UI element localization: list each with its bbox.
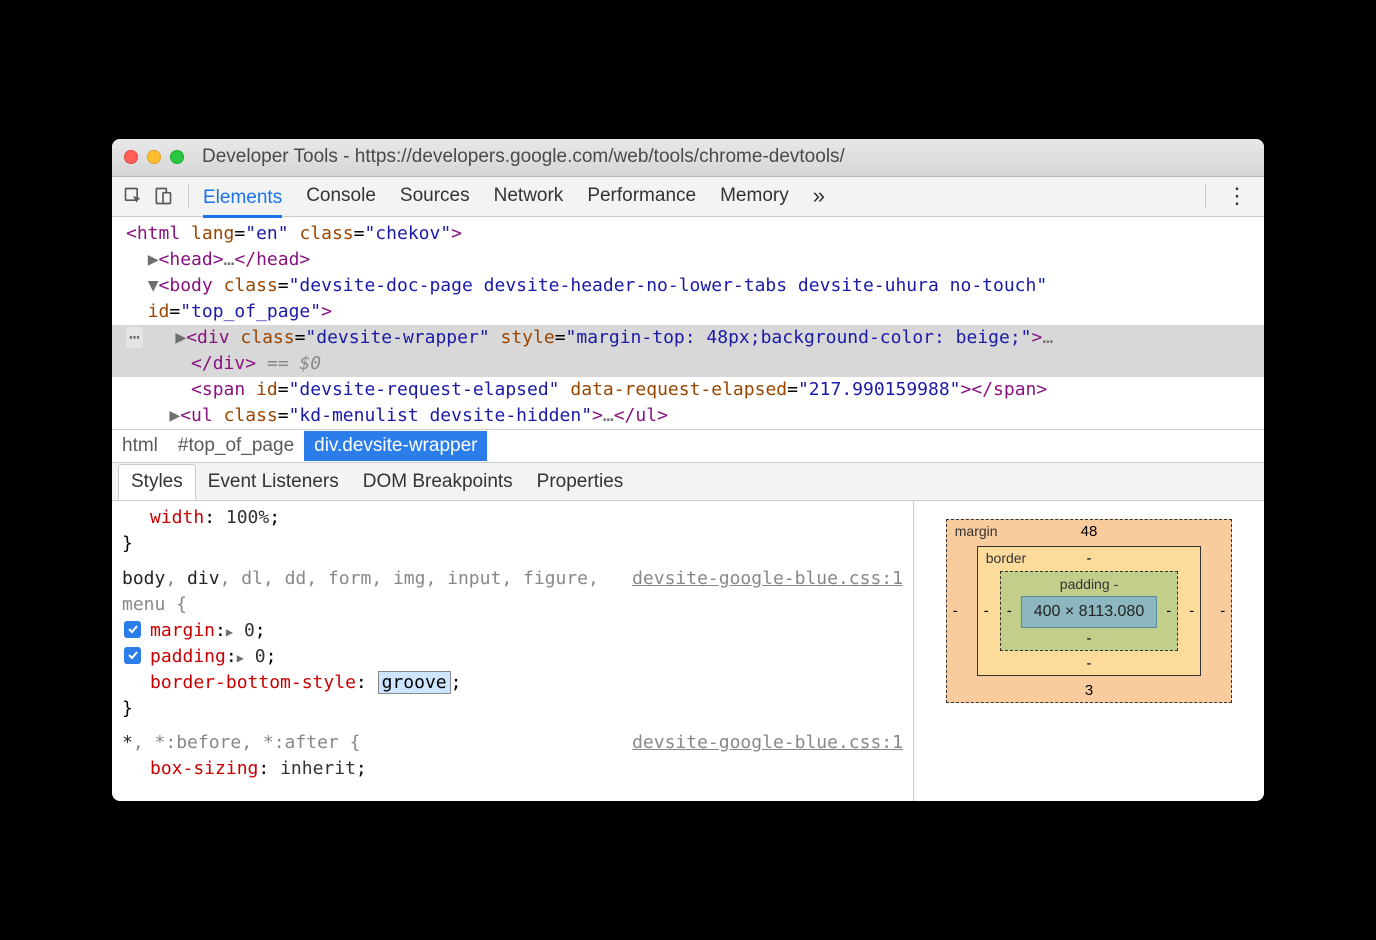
source-link[interactable]: devsite-google-blue.css:1 — [632, 730, 903, 756]
devtools-window: Developer Tools - https://developers.goo… — [112, 139, 1264, 802]
styles-pane: width: 100%; } devsite-google-blue.css:1… — [112, 501, 1264, 801]
style-rule[interactable]: width: 100%; } — [122, 505, 903, 557]
css-prop-val[interactable]: 0 — [244, 620, 255, 641]
bm-padding-right[interactable]: - — [1166, 603, 1171, 620]
box-model[interactable]: margin 48 3 - - border - - - - padding -… — [914, 501, 1264, 801]
tab-elements[interactable]: Elements — [203, 181, 282, 218]
main-toolbar: Elements Console Sources Network Perform… — [112, 177, 1264, 217]
style-rule[interactable]: devsite-google-blue.css:1 body, div, dl,… — [122, 566, 903, 723]
kebab-menu-icon[interactable]: ⋮ — [1220, 183, 1254, 209]
maximize-icon[interactable] — [170, 150, 184, 164]
css-declaration[interactable]: margin:▶ 0; — [122, 618, 903, 644]
tri-icon[interactable]: ▶ — [226, 625, 233, 639]
dom-node-body[interactable]: ▼<body class="devsite-doc-page devsite-h… — [126, 273, 1264, 325]
tab-memory[interactable]: Memory — [720, 179, 789, 213]
css-prop-name[interactable]: margin — [150, 620, 215, 641]
bm-margin-bottom[interactable]: 3 — [947, 682, 1231, 699]
subtab-event-listeners[interactable]: Event Listeners — [196, 465, 351, 499]
bm-border-right[interactable]: - — [1189, 603, 1194, 620]
css-declaration-editing[interactable]: border-bottom-style: groove; — [122, 670, 903, 696]
more-tabs-icon[interactable]: » — [813, 183, 825, 209]
eq-dollar-zero: == $0 — [267, 353, 321, 374]
breadcrumb-item[interactable]: #top_of_page — [168, 431, 304, 461]
bm-border-left[interactable]: - — [984, 603, 989, 620]
dom-node-head[interactable]: ▶<head>…</head> — [126, 247, 1264, 273]
subtab-properties[interactable]: Properties — [525, 465, 636, 499]
css-declaration[interactable]: padding:▶ 0; — [122, 644, 903, 670]
close-icon[interactable] — [124, 150, 138, 164]
separator — [188, 184, 189, 208]
tab-sources[interactable]: Sources — [400, 179, 470, 213]
subtab-styles[interactable]: Styles — [118, 464, 196, 500]
source-link[interactable]: devsite-google-blue.css:1 — [632, 566, 903, 592]
breadcrumb-item[interactable]: html — [112, 431, 168, 461]
breadcrumb-item-selected[interactable]: div.devsite-wrapper — [304, 431, 487, 461]
styles-subtabs: Styles Event Listeners DOM Breakpoints P… — [112, 463, 1264, 501]
expand-icon[interactable]: ▶ — [148, 249, 159, 270]
style-rule[interactable]: devsite-google-blue.css:1 *, *:before, *… — [122, 730, 903, 782]
expand-icon[interactable]: ▶ — [175, 327, 186, 348]
styles-rules[interactable]: width: 100%; } devsite-google-blue.css:1… — [112, 501, 914, 801]
ellipsis-icon[interactable]: ⋯ — [126, 327, 143, 348]
traffic-lights — [124, 150, 184, 164]
minimize-icon[interactable] — [147, 150, 161, 164]
tab-console[interactable]: Console — [306, 179, 376, 213]
separator — [1205, 184, 1206, 208]
tab-performance[interactable]: Performance — [587, 179, 696, 213]
bm-border-bottom[interactable]: - — [978, 655, 1200, 672]
tri-icon[interactable]: ▶ — [237, 651, 244, 665]
dom-node-html[interactable]: <html lang="en" class="chekov"> — [126, 221, 1264, 247]
dom-node-span[interactable]: <span id="devsite-request-elapsed" data-… — [126, 377, 1264, 403]
css-prop-name[interactable]: padding — [150, 646, 226, 667]
collapse-icon[interactable]: ▼ — [148, 275, 159, 296]
css-value-edit-input[interactable]: groove — [378, 671, 451, 694]
css-declaration[interactable]: box-sizing: inherit; — [122, 756, 903, 782]
panel-tabs: Elements Console Sources Network Perform… — [203, 179, 1191, 213]
bm-margin-left[interactable]: - — [953, 603, 958, 620]
checkbox-icon[interactable] — [124, 621, 141, 638]
box-model-border[interactable]: border - - - - padding - - - - 400 × 811… — [977, 546, 1201, 676]
box-model-margin[interactable]: margin 48 3 - - border - - - - padding -… — [946, 519, 1232, 703]
css-prop-val[interactable]: 100% — [226, 507, 269, 528]
bm-padding-left[interactable]: - — [1007, 603, 1012, 620]
bm-padding-label: padding - — [1021, 576, 1157, 592]
box-model-content[interactable]: 400 × 8113.080 — [1021, 596, 1157, 628]
breadcrumb: html #top_of_page div.devsite-wrapper — [112, 429, 1264, 463]
css-prop-val[interactable]: inherit — [280, 758, 356, 779]
dom-tree[interactable]: <html lang="en" class="chekov"> ▶<head>…… — [112, 217, 1264, 430]
subtab-dom-breakpoints[interactable]: DOM Breakpoints — [351, 465, 525, 499]
bm-border-top[interactable]: - — [978, 550, 1200, 567]
bm-margin-right[interactable]: - — [1220, 603, 1225, 620]
tab-network[interactable]: Network — [494, 179, 564, 213]
titlebar: Developer Tools - https://developers.goo… — [112, 139, 1264, 177]
css-prop-name[interactable]: box-sizing — [150, 758, 258, 779]
bm-margin-top[interactable]: 48 — [947, 523, 1231, 540]
css-prop-val[interactable]: 0 — [255, 646, 266, 667]
box-model-padding[interactable]: padding - - - - 400 × 8113.080 — [1000, 571, 1178, 651]
window-title: Developer Tools - https://developers.goo… — [202, 146, 845, 168]
inspect-element-icon[interactable] — [122, 185, 144, 207]
bm-padding-bottom[interactable]: - — [1001, 630, 1177, 647]
checkbox-icon[interactable] — [124, 647, 141, 664]
device-toggle-icon[interactable] — [152, 185, 174, 207]
css-prop-name[interactable]: border-bottom-style — [150, 672, 356, 693]
dom-node-ul[interactable]: ▶<ul class="kd-menulist devsite-hidden">… — [126, 403, 1264, 429]
expand-icon[interactable]: ▶ — [169, 405, 180, 426]
css-prop-name[interactable]: width — [150, 507, 204, 528]
dom-node-selected[interactable]: ⋯ ▶<div class="devsite-wrapper" style="m… — [112, 325, 1264, 377]
